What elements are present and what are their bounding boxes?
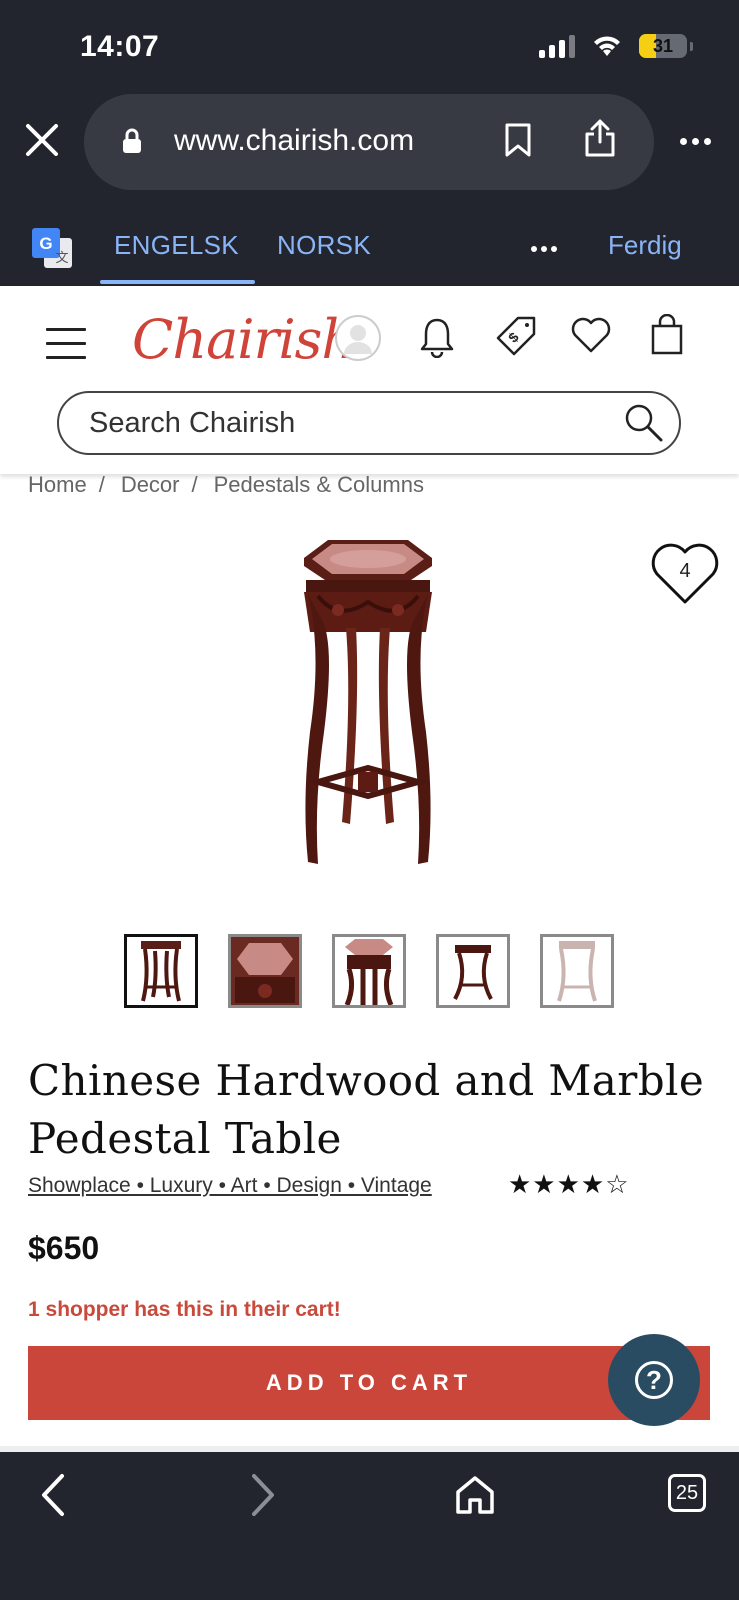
google-translate-icon[interactable]: G 文 [32, 228, 74, 270]
thumbnail-2[interactable] [228, 934, 302, 1008]
translate-done-button[interactable]: Ferdig [608, 230, 682, 261]
question-icon: ? [635, 1361, 673, 1399]
product-tags-link[interactable]: Showplace • Luxury • Art • Design • Vint… [28, 1174, 432, 1198]
close-icon[interactable] [22, 120, 62, 160]
thumbnail-4[interactable] [436, 934, 510, 1008]
url-text: www.chairish.com [174, 124, 415, 157]
breadcrumb-pedestals[interactable]: Pedestals & Columns [214, 472, 424, 498]
favorite-count: 4 [679, 560, 691, 582]
status-time: 14:07 [80, 30, 160, 63]
account-avatar-icon[interactable] [334, 314, 382, 362]
lock-icon [123, 128, 141, 153]
svg-text:$: $ [505, 329, 522, 346]
battery-icon: 31 [639, 34, 687, 58]
address-bar[interactable]: www.chairish.com [84, 94, 654, 190]
notifications-bell-icon[interactable] [418, 316, 456, 358]
shopping-bag-icon[interactable] [650, 314, 684, 356]
product-price: $650 [28, 1230, 100, 1266]
site-logo[interactable]: Chairish [132, 308, 356, 371]
breadcrumb-home[interactable]: Home [28, 472, 87, 498]
translate-more-icon[interactable] [531, 246, 557, 252]
home-icon[interactable] [454, 1474, 496, 1516]
search-placeholder: Search Chairish [89, 407, 296, 439]
product-title: Chinese Hardwood and Marble Pedestal Tab… [28, 1056, 705, 1163]
menu-icon[interactable] [46, 328, 86, 359]
price-tag-icon[interactable]: $ [494, 314, 538, 358]
cart-alert-text: 1 shopper has this in their cart! [28, 1298, 341, 1321]
page-root: 14:07 31 www.chairish.com G 文 ENGELSK NO… [0, 0, 739, 1600]
breadcrumb: Home / Decor / Pedestals & Columns [28, 472, 424, 498]
breadcrumb-decor[interactable]: Decor [121, 472, 180, 498]
tab-source-language[interactable]: ENGELSK [100, 230, 255, 284]
translate-bar: G 文 ENGELSK NORSK Ferdig [0, 206, 739, 286]
svg-text:文: 文 [55, 251, 68, 266]
cellular-signal-icon [539, 34, 575, 58]
site-header: Chairish $ Search Chairish [0, 286, 739, 474]
forward-arrow-icon[interactable] [248, 1472, 278, 1518]
browser-more-icon[interactable] [680, 138, 711, 145]
thumbnail-1[interactable] [124, 934, 198, 1008]
thumbnail-5[interactable] [540, 934, 614, 1008]
search-icon[interactable] [623, 402, 665, 444]
browser-bottom-toolbar: 25 [0, 1446, 739, 1600]
browser-chrome: 14:07 31 www.chairish.com G 文 ENGELSK NO… [0, 0, 739, 286]
status-icons: 31 [539, 34, 693, 58]
share-icon[interactable] [584, 118, 616, 158]
help-button[interactable]: ? [608, 1334, 700, 1426]
wifi-icon [594, 36, 620, 56]
search-input[interactable]: Search Chairish [57, 391, 681, 455]
tab-count-button[interactable]: 25 [668, 1474, 706, 1512]
battery-level: 31 [652, 35, 674, 56]
thumbnail-strip [124, 934, 614, 1008]
tab-target-language[interactable]: NORSK [277, 230, 371, 261]
back-arrow-icon[interactable] [38, 1472, 68, 1518]
favorites-heart-icon[interactable] [570, 316, 612, 354]
thumbnail-3[interactable] [332, 934, 406, 1008]
product-main-image[interactable] [288, 532, 448, 884]
bookmark-icon[interactable] [504, 122, 532, 158]
svg-text:G: G [39, 234, 52, 253]
seller-rating-stars: ★★★★☆ [508, 1169, 630, 1199]
